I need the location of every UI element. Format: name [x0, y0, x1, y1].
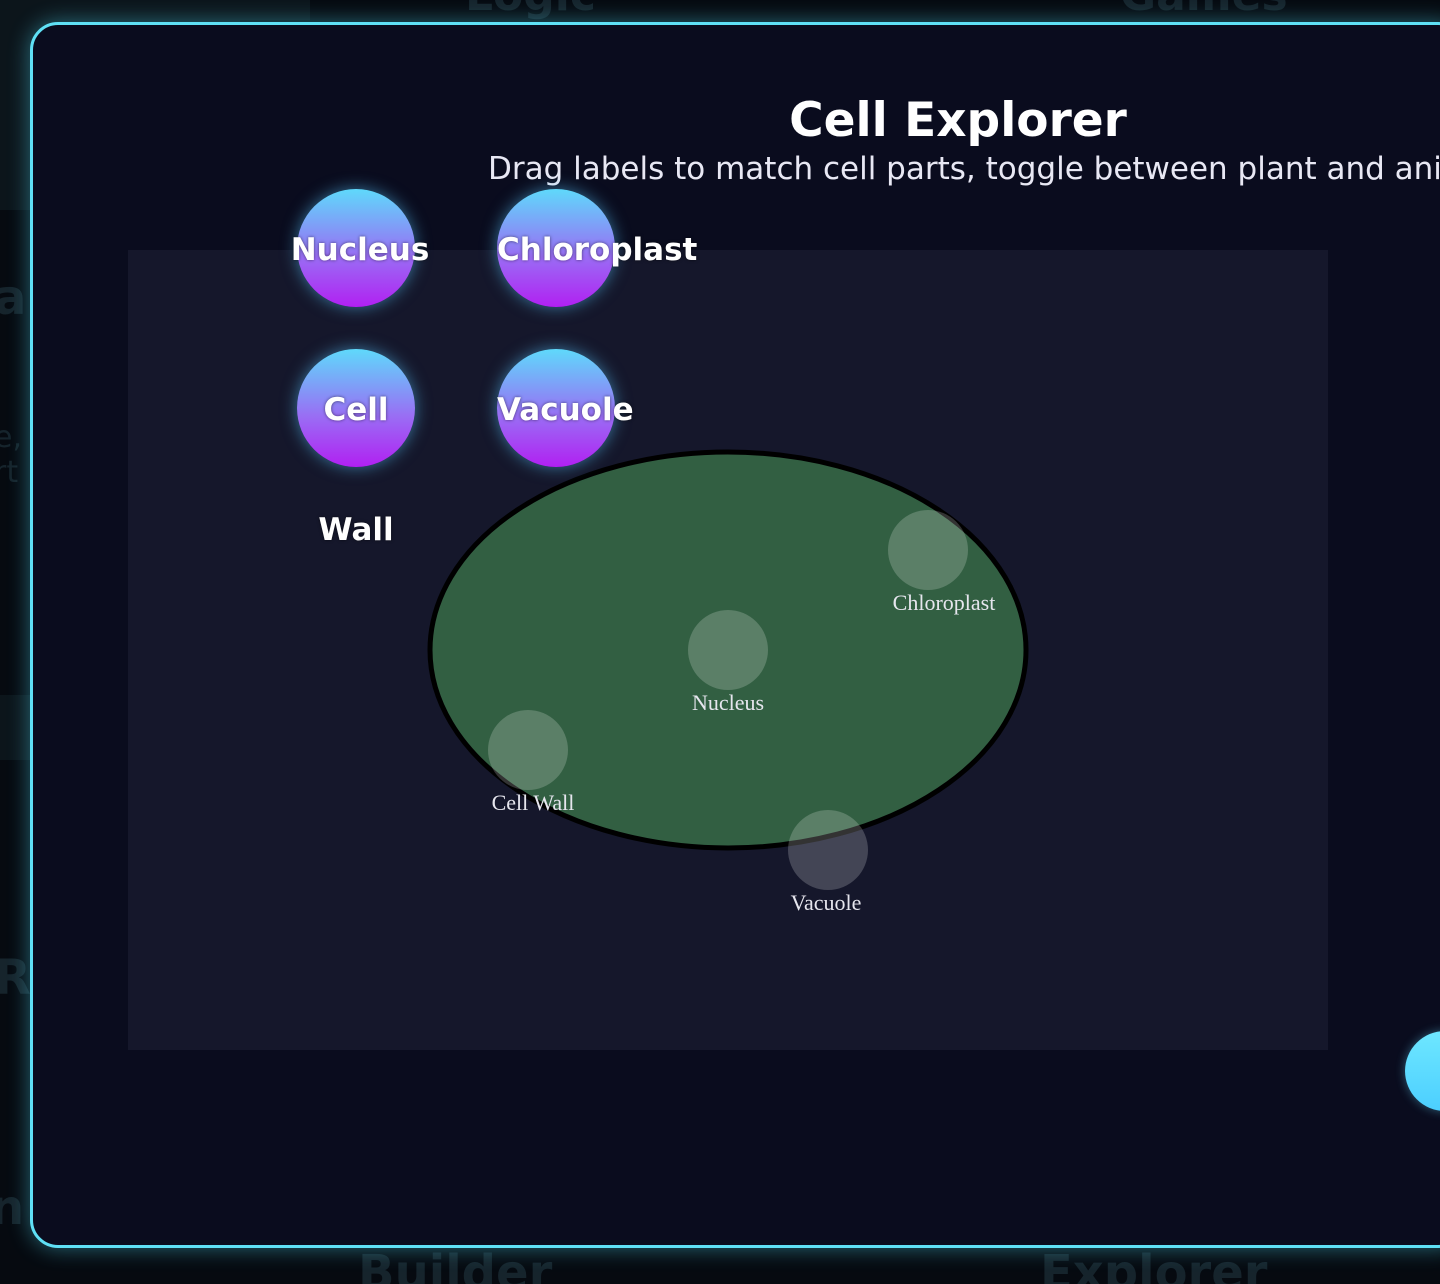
cell-board: Chloroplast Nucleus Cell Wall Vacuole [128, 250, 1328, 1050]
drop-target-label: Nucleus [692, 690, 764, 715]
label-chip-chloroplast[interactable] [497, 189, 615, 307]
drop-target-circle[interactable] [488, 710, 568, 790]
drop-target-vacuole[interactable]: Vacuole [788, 810, 868, 915]
plant-animal-toggle-button[interactable] [1405, 1031, 1440, 1111]
label-chip-vacuole[interactable] [497, 349, 615, 467]
page-subtitle: Drag labels to match cell parts, toggle … [488, 151, 1440, 187]
drop-target-circle[interactable] [788, 810, 868, 890]
bg-fragment: e, [0, 420, 22, 455]
bg-fragment: R [0, 950, 31, 1006]
bg-fragment: a [0, 270, 27, 326]
bg-card-title: Builder [358, 1245, 553, 1284]
bg-card-title: Explorer [1040, 1245, 1268, 1284]
cell-explorer-modal: Cell Explorer Drag labels to match cell … [30, 22, 1440, 1248]
drop-target-circle[interactable] [688, 610, 768, 690]
bg-fragment: rt [0, 455, 19, 490]
bg-panel [0, 695, 30, 760]
drop-target-circle[interactable] [888, 510, 968, 590]
drop-target-nucleus[interactable]: Nucleus [688, 610, 768, 715]
label-chip-nucleus[interactable] [297, 189, 415, 307]
bg-panel [240, 0, 310, 20]
label-chip-cell-wall[interactable] [297, 349, 415, 467]
drop-target-label: Vacuole [791, 890, 862, 915]
bg-fragment: n [0, 1180, 25, 1236]
bg-card-title: Logic [465, 0, 596, 21]
drop-target-label: Chloroplast [893, 590, 996, 615]
page-title: Cell Explorer [789, 93, 1127, 148]
bg-card-title: Games [1120, 0, 1288, 21]
drop-target-label: Cell Wall [492, 790, 575, 815]
cell-diagram: Chloroplast Nucleus Cell Wall Vacuole [427, 449, 1029, 915]
